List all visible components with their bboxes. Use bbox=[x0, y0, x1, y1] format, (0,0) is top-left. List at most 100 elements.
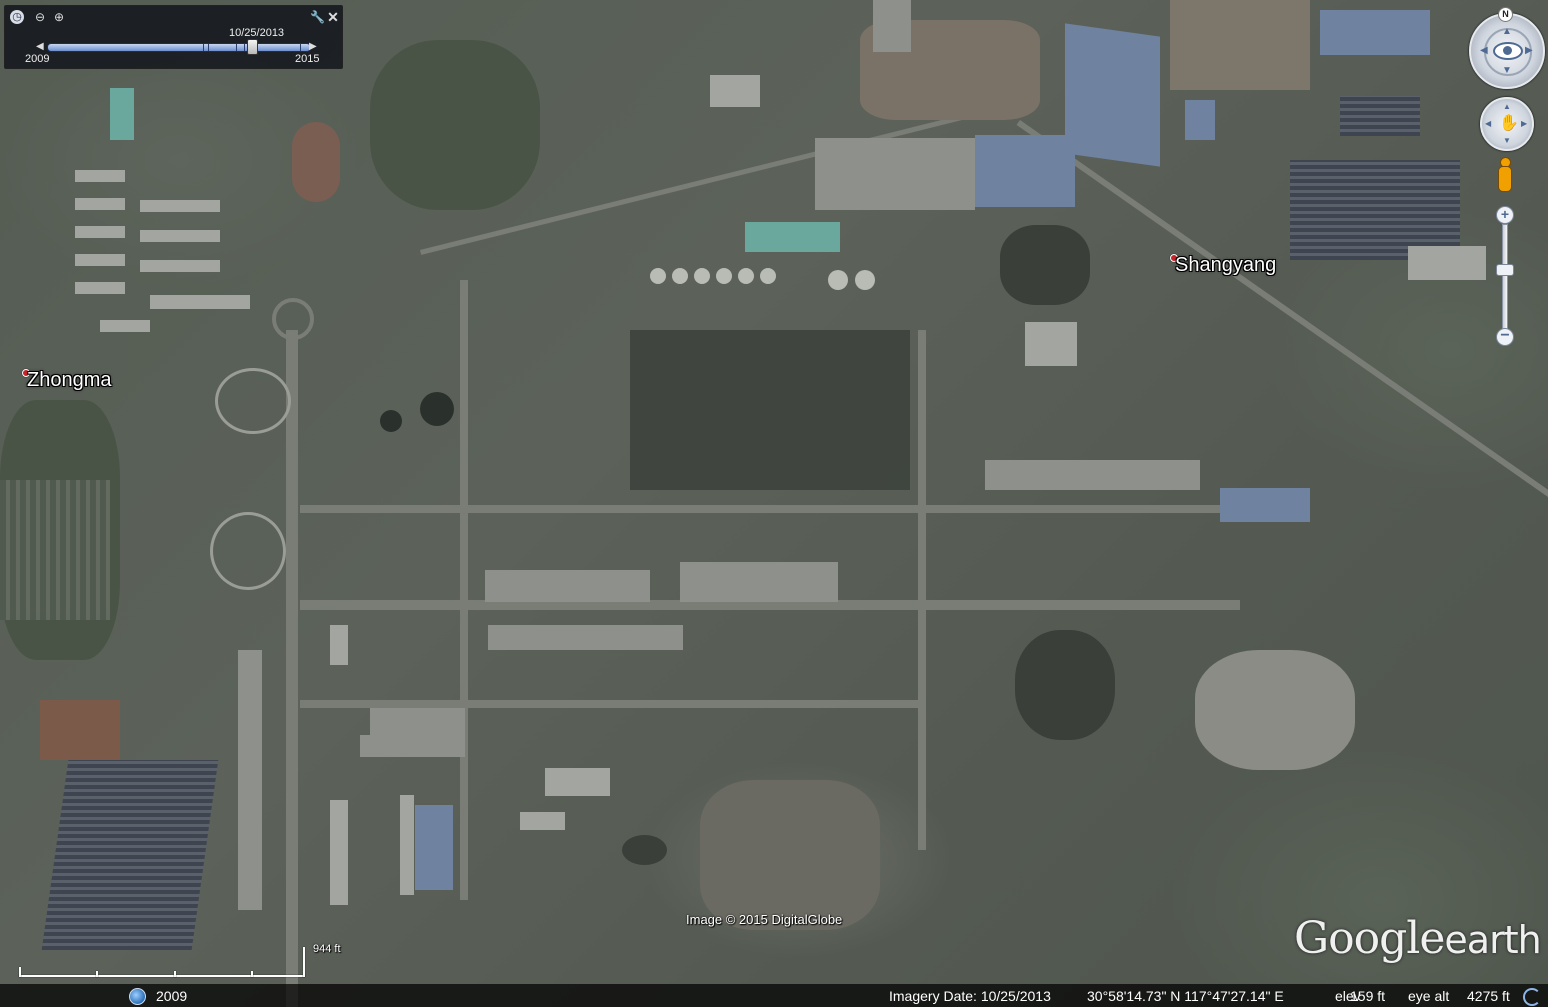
factory-building bbox=[485, 570, 650, 602]
factory-building bbox=[975, 135, 1075, 207]
storage-tank bbox=[694, 268, 710, 284]
zoom-in-button[interactable]: + bbox=[1496, 206, 1514, 224]
move-left-arrow[interactable]: ◀ bbox=[1485, 119, 1491, 128]
bare-ground bbox=[700, 780, 880, 930]
zoom-in-icon[interactable]: ⊕ bbox=[52, 10, 66, 24]
wrench-icon[interactable]: 🔧 bbox=[310, 10, 325, 24]
plaza bbox=[210, 512, 286, 590]
building bbox=[75, 226, 125, 238]
storage-tank bbox=[738, 268, 754, 284]
storage-tank bbox=[760, 268, 776, 284]
step-back-icon[interactable]: ◀ bbox=[36, 41, 44, 52]
plaza bbox=[215, 368, 291, 434]
time-slider-thumb[interactable] bbox=[247, 39, 259, 55]
building bbox=[150, 295, 250, 309]
place-label-zhongma[interactable]: Zhongma bbox=[27, 369, 112, 392]
factory-building bbox=[985, 460, 1200, 490]
look-left-arrow[interactable]: ◀ bbox=[1480, 45, 1488, 56]
look-up-arrow[interactable]: ▲ bbox=[1502, 26, 1512, 37]
farm-field bbox=[0, 480, 110, 620]
step-forward-icon[interactable]: ▶ bbox=[309, 41, 317, 52]
satellite-imagery[interactable] bbox=[0, 0, 1548, 1007]
swimming-pool bbox=[110, 88, 134, 140]
start-year: 2009 bbox=[25, 53, 50, 65]
factory-building bbox=[680, 562, 838, 602]
factory-building bbox=[545, 768, 610, 796]
factory-building bbox=[520, 812, 565, 830]
move-joystick[interactable]: ✋ ▲ ▼ ◀ ▶ bbox=[1480, 97, 1534, 151]
tick bbox=[244, 44, 245, 51]
scale-tick bbox=[303, 947, 305, 977]
clarifier-tank bbox=[420, 392, 454, 426]
factory-building bbox=[370, 708, 465, 736]
road bbox=[918, 330, 926, 850]
zoom-slider-thumb[interactable] bbox=[1496, 263, 1514, 276]
tick bbox=[208, 44, 209, 51]
zoom-slider-track[interactable] bbox=[1502, 224, 1508, 330]
move-up-arrow[interactable]: ▲ bbox=[1503, 102, 1511, 111]
move-down-arrow[interactable]: ▼ bbox=[1503, 136, 1511, 145]
road bbox=[286, 330, 298, 1007]
building bbox=[75, 282, 125, 294]
clarifier-tank bbox=[380, 410, 402, 432]
factory-building bbox=[1065, 23, 1160, 167]
pegman-icon[interactable] bbox=[1497, 157, 1512, 193]
coordinates: 30°58'14.73" N 117°47'27.14" E bbox=[1087, 988, 1284, 1004]
sports-track bbox=[292, 122, 340, 202]
pond bbox=[1015, 630, 1115, 740]
factory-building bbox=[1025, 322, 1077, 366]
settling-pond bbox=[745, 222, 795, 252]
factory-building bbox=[710, 75, 760, 107]
close-icon[interactable]: ✕ bbox=[326, 10, 340, 24]
clock-icon[interactable]: ◷ bbox=[10, 10, 24, 24]
scale-line bbox=[19, 975, 305, 977]
scale-label: 944 ft bbox=[313, 943, 341, 955]
move-right-arrow[interactable]: ▶ bbox=[1521, 119, 1527, 128]
zoom-out-button[interactable]: − bbox=[1496, 328, 1514, 346]
look-right-arrow[interactable]: ▶ bbox=[1525, 45, 1533, 56]
storage-tank bbox=[828, 270, 848, 290]
storage-tank bbox=[716, 268, 732, 284]
eye-icon bbox=[1493, 42, 1523, 60]
place-label-shangyang[interactable]: Shangyang bbox=[1175, 254, 1276, 277]
tick bbox=[203, 44, 204, 51]
factory-building bbox=[415, 805, 453, 890]
greenhouse-rows bbox=[41, 760, 219, 950]
vegetation bbox=[370, 40, 540, 210]
road bbox=[300, 700, 920, 708]
zoom-out-icon[interactable]: ⊖ bbox=[33, 10, 47, 24]
selected-date: 10/25/2013 bbox=[229, 27, 285, 39]
status-bar: 2009 Imagery Date: 10/25/2013 30°58'14.7… bbox=[0, 984, 1548, 1007]
look-down-arrow[interactable]: ▼ bbox=[1502, 65, 1512, 76]
globe-icon[interactable] bbox=[129, 988, 146, 1005]
storage-tank bbox=[672, 268, 688, 284]
building bbox=[75, 198, 125, 210]
streaming-icon bbox=[1523, 988, 1541, 1006]
pegman-body bbox=[1498, 166, 1512, 192]
building bbox=[75, 254, 125, 266]
greenhouse-rows bbox=[1340, 96, 1420, 136]
factory-building bbox=[1220, 488, 1310, 522]
scale-tick bbox=[251, 971, 253, 977]
roundabout bbox=[272, 298, 314, 340]
settling-pond bbox=[795, 222, 840, 252]
elev-value: 159 ft bbox=[1350, 988, 1386, 1004]
factory-building bbox=[330, 800, 348, 905]
building bbox=[100, 320, 150, 332]
bare-ground bbox=[1170, 0, 1310, 90]
north-button[interactable]: N bbox=[1498, 7, 1513, 22]
building bbox=[75, 170, 125, 182]
look-joystick[interactable]: ▲ ▼ ◀ ▶ bbox=[1469, 13, 1545, 89]
farm-field bbox=[40, 700, 120, 760]
factory-building bbox=[488, 625, 683, 650]
eye-alt-value: 4275 ft bbox=[1467, 988, 1510, 1004]
end-year: 2015 bbox=[295, 53, 320, 65]
tick bbox=[300, 44, 301, 51]
imagery-credit: Image © 2015 DigitalGlobe bbox=[686, 912, 843, 927]
scale-bar bbox=[19, 947, 305, 977]
greenhouse-rows bbox=[1290, 160, 1460, 260]
factory-building bbox=[400, 795, 414, 895]
building bbox=[140, 200, 220, 212]
eye-alt-label: eye alt bbox=[1408, 988, 1450, 1004]
time-slider-track[interactable] bbox=[47, 43, 311, 52]
